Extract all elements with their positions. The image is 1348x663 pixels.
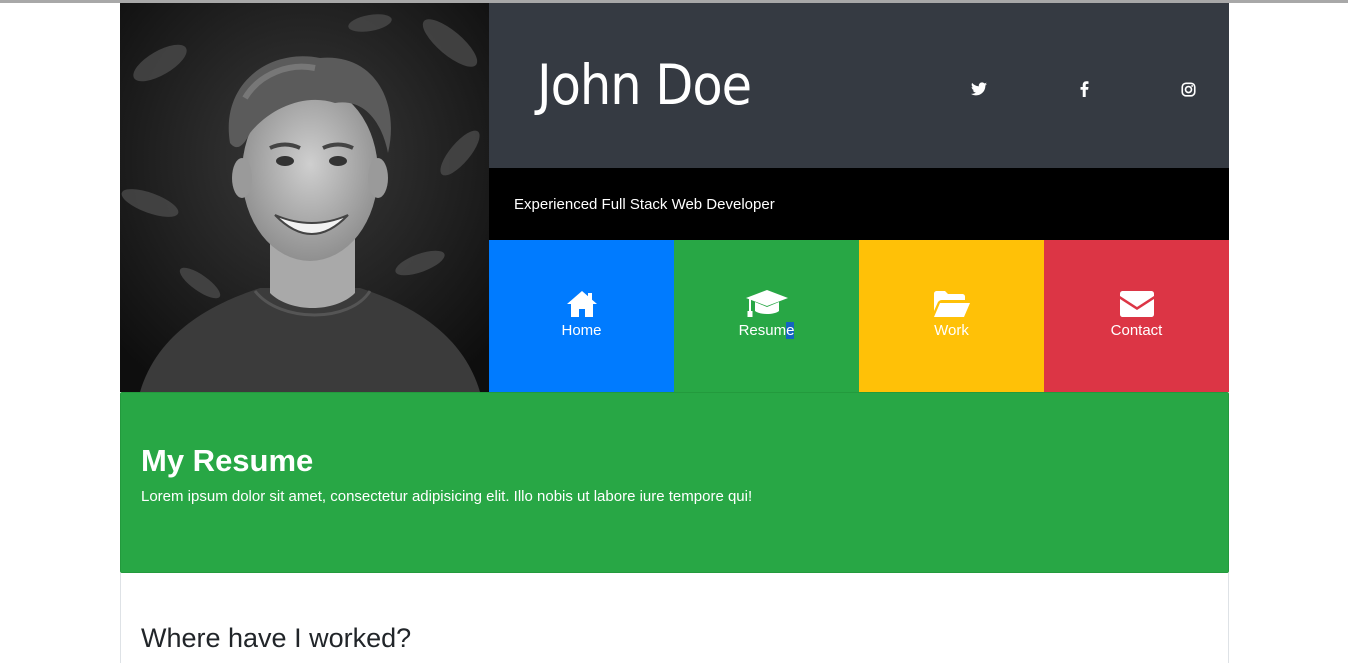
main-nav: Home Resume Work Contact: [489, 240, 1229, 392]
page-title: John Doe: [537, 53, 752, 117]
subtitle-bar: Experienced Full Stack Web Developer: [489, 168, 1229, 240]
banner-text: Lorem ipsum dolor sit amet, consectetur …: [141, 488, 753, 505]
github-icon: [1286, 81, 1302, 97]
github-link[interactable]: [1282, 77, 1306, 101]
twitter-link[interactable]: [967, 77, 991, 101]
nav-home[interactable]: Home: [489, 240, 674, 392]
instagram-link[interactable]: [1176, 77, 1200, 101]
nav-home-label: Home: [561, 322, 602, 339]
page-container: John Doe Experienced Full Stack Web Deve…: [120, 3, 1302, 663]
envelope-icon: [1119, 290, 1154, 318]
resume-banner: My Resume Lorem ipsum dolor sit amet, co…: [120, 392, 1229, 573]
subtitle: Experienced Full Stack Web Developer: [514, 196, 775, 213]
banner-title: My Resume: [141, 443, 314, 478]
header: John Doe Experienced Full Stack Web Deve…: [120, 3, 1302, 392]
facebook-link[interactable]: [1072, 77, 1096, 101]
nav-contact-label: Contact: [1110, 322, 1163, 339]
nav-work-label: Work: [934, 322, 969, 339]
folder-open-icon: [933, 290, 970, 318]
nav-work[interactable]: Work: [859, 240, 1044, 392]
instagram-icon: [1180, 81, 1196, 97]
nav-resume[interactable]: Resume: [674, 240, 859, 392]
text-selection: e: [786, 322, 795, 339]
graduation-cap-icon: [745, 290, 788, 318]
work-section: Where have I worked?: [120, 573, 1229, 663]
twitter-icon: [971, 82, 987, 96]
profile-photo: [120, 3, 489, 392]
title-bar: John Doe: [489, 3, 1302, 168]
home-icon: [566, 290, 597, 318]
nav-resume-label: Resume: [738, 322, 795, 339]
section-heading: Where have I worked?: [141, 623, 412, 653]
nav-contact[interactable]: Contact: [1044, 240, 1229, 392]
facebook-icon: [1080, 81, 1088, 97]
